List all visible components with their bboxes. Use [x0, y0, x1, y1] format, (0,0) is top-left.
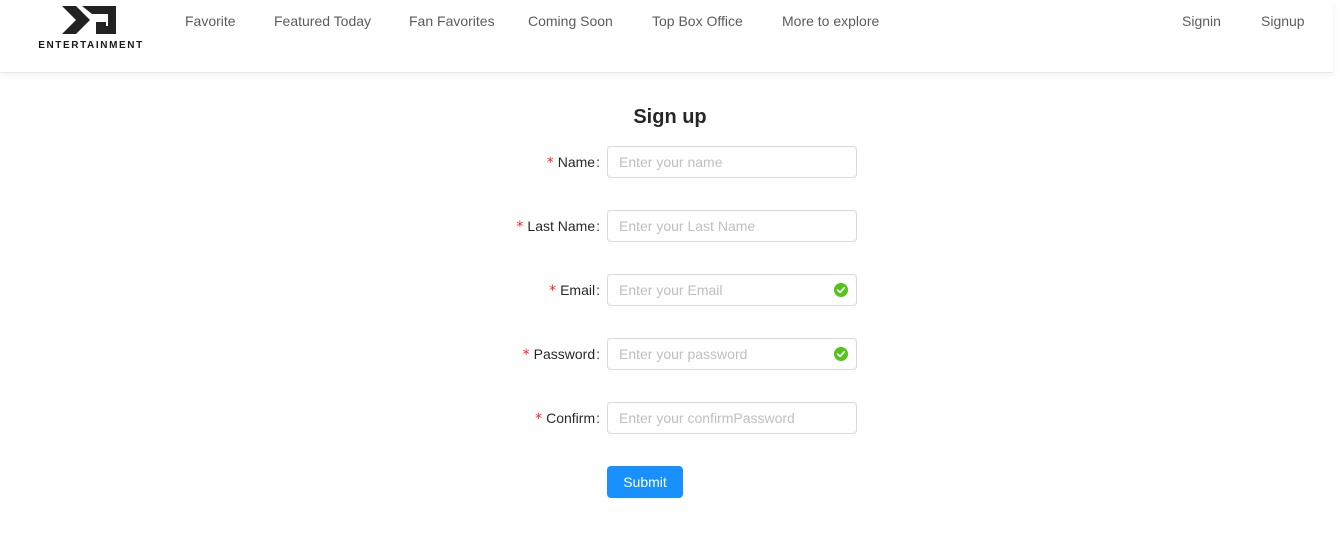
yg-logo-icon — [62, 6, 116, 34]
signup-link[interactable]: Signup — [1261, 13, 1305, 29]
nav-coming-soon[interactable]: Coming Soon — [528, 13, 613, 29]
email-label-text: Email — [560, 282, 596, 298]
name-input[interactable] — [608, 147, 829, 177]
label-colon: : — [596, 410, 600, 426]
confirm-label-text: Confirm — [546, 410, 596, 426]
label-colon: : — [596, 218, 600, 234]
last-name-input-wrapper — [607, 210, 857, 242]
check-circle-icon — [834, 347, 848, 361]
page-title: Sign up — [633, 106, 707, 128]
email-input-wrapper — [607, 274, 857, 306]
label-colon: : — [596, 154, 600, 170]
signin-link[interactable]: Signin — [1182, 13, 1221, 29]
password-input-wrapper — [607, 338, 857, 370]
required-mark: * — [522, 347, 530, 363]
submit-button[interactable]: Submit — [607, 466, 683, 498]
password-label-text: Password — [533, 346, 596, 362]
form-row-last-name: * Last Name: — [400, 210, 860, 242]
email-label: * Email: — [549, 282, 600, 299]
nav-featured-today[interactable]: Featured Today — [274, 13, 371, 29]
nav-more-to-explore[interactable]: More to explore — [782, 13, 879, 29]
email-input[interactable] — [608, 275, 829, 305]
form-row-password: * Password: — [400, 338, 860, 370]
form-row-confirm: * Confirm: — [400, 402, 860, 434]
last-name-input[interactable] — [608, 211, 829, 241]
name-label-text: Name — [557, 154, 596, 170]
label-colon: : — [596, 346, 600, 362]
password-input[interactable] — [608, 339, 829, 369]
required-mark: * — [535, 411, 543, 427]
required-mark: * — [549, 283, 557, 299]
nav-top-box-office[interactable]: Top Box Office — [652, 13, 743, 29]
name-input-wrapper — [607, 146, 857, 178]
confirm-password-input[interactable] — [608, 403, 829, 433]
required-mark: * — [516, 219, 524, 235]
form-row-email: * Email: — [400, 274, 860, 306]
label-colon: : — [596, 282, 600, 298]
confirm-input-wrapper — [607, 402, 857, 434]
brand-logo[interactable]: ENTERTAINMENT — [38, 0, 144, 56]
form-row-name: * Name: — [400, 146, 860, 178]
required-mark: * — [546, 155, 554, 171]
nav-favorite[interactable]: Favorite — [185, 13, 236, 29]
confirm-label: * Confirm: — [535, 410, 600, 427]
password-label: * Password: — [523, 346, 600, 363]
name-label: * Name: — [547, 154, 600, 171]
brand-logo-text: ENTERTAINMENT — [38, 40, 144, 51]
last-name-label-text: Last Name — [527, 218, 596, 234]
last-name-label: * Last Name: — [516, 218, 600, 235]
nav-fan-favorites[interactable]: Fan Favorites — [409, 13, 495, 29]
top-navbar: ENTERTAINMENT Favorite Featured Today Fa… — [0, 0, 1333, 73]
check-circle-icon — [834, 283, 848, 297]
